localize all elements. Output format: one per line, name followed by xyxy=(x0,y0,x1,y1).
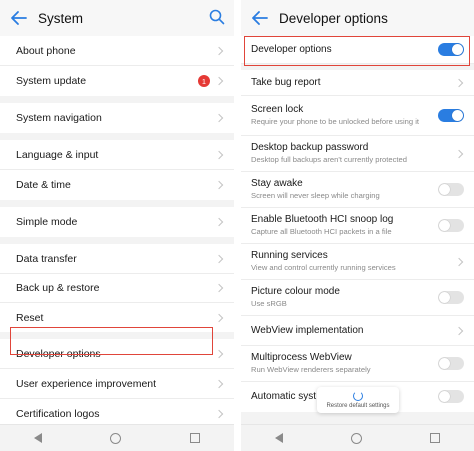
menu-item-system-navigation[interactable]: System navigation xyxy=(0,103,234,133)
setting-description: Run WebView renderers separately xyxy=(251,365,371,375)
system-header: System xyxy=(0,0,234,36)
menu-item-label: System update xyxy=(16,75,87,87)
setting-running-services[interactable]: Running services View and control curren… xyxy=(241,244,474,280)
navigation-bar xyxy=(241,424,474,451)
back-arrow-icon[interactable] xyxy=(8,7,30,29)
setting-label: Take bug report xyxy=(251,76,321,88)
setting-description: Capture all Bluetooth HCI packets in a f… xyxy=(251,227,392,237)
menu-item-label: Language & input xyxy=(16,148,99,161)
system-settings-screen: System About phone System update 1 Syste… xyxy=(0,0,234,451)
nav-home-icon[interactable] xyxy=(351,432,362,444)
setting-screen-lock[interactable]: Screen lock Require your phone to be unl… xyxy=(241,96,474,136)
update-count-badge: 1 xyxy=(198,75,210,87)
chevron-right-icon xyxy=(214,254,224,263)
chevron-right-icon xyxy=(454,257,464,266)
setting-description: View and control currently running servi… xyxy=(251,263,396,273)
screen-lock-toggle[interactable] xyxy=(438,108,464,122)
menu-item-label: Data transfer xyxy=(16,252,77,265)
nav-recent-apps-icon[interactable] xyxy=(430,433,440,443)
menu-item-label: System navigation xyxy=(16,112,102,124)
menu-item-reset[interactable]: Reset xyxy=(0,303,234,332)
menu-item-simple-mode[interactable]: Simple mode xyxy=(0,207,234,237)
setting-label: Enable Bluetooth HCI snoop log xyxy=(251,214,394,226)
menu-item-label: About phone xyxy=(16,44,76,57)
setting-desktop-backup-password[interactable]: Desktop backup password Desktop full bac… xyxy=(241,136,474,172)
setting-label: Multiprocess WebView xyxy=(251,352,352,364)
developer-options-toggle[interactable] xyxy=(438,42,464,56)
setting-label: Running services xyxy=(251,250,328,262)
chevron-right-icon xyxy=(214,113,224,123)
setting-picture-colour-mode[interactable]: Picture colour mode Use sRGB xyxy=(241,280,474,316)
menu-item-label: Developer options xyxy=(16,347,101,360)
menu-item-label: Certification logos xyxy=(16,408,100,420)
setting-label: Screen lock xyxy=(251,104,304,116)
setting-stay-awake[interactable]: Stay awake Screen will never sleep while… xyxy=(241,172,474,208)
menu-item-user-experience[interactable]: User experience improvement xyxy=(0,369,234,399)
back-arrow-icon[interactable] xyxy=(249,7,271,29)
bluetooth-hci-toggle[interactable] xyxy=(438,218,464,232)
nav-back-icon[interactable] xyxy=(275,433,283,443)
setting-bluetooth-hci-snoop-log[interactable]: Enable Bluetooth HCI snoop log Capture a… xyxy=(241,208,474,244)
chevron-right-icon xyxy=(454,149,464,158)
loading-spinner-icon xyxy=(353,391,363,401)
menu-item-label: Reset xyxy=(16,311,44,324)
chevron-right-icon xyxy=(214,46,224,55)
menu-item-about-phone[interactable]: About phone xyxy=(0,36,234,66)
chevron-right-icon xyxy=(214,313,224,322)
restore-defaults-toast[interactable]: Restore default settings xyxy=(317,387,399,413)
setting-developer-options[interactable]: Developer options xyxy=(241,36,474,64)
menu-item-label: Date & time xyxy=(16,179,71,191)
nav-back-icon[interactable] xyxy=(34,433,43,443)
menu-item-date-time[interactable]: Date & time xyxy=(0,170,234,200)
menu-item-label: Simple mode xyxy=(16,216,78,228)
stay-awake-toggle[interactable] xyxy=(438,182,464,196)
automatic-updates-toggle[interactable] xyxy=(438,390,464,403)
setting-description: Require your phone to be unlocked before… xyxy=(251,117,420,127)
menu-item-data-transfer[interactable]: Data transfer xyxy=(0,244,234,274)
menu-item-language-input[interactable]: Language & input xyxy=(0,140,234,170)
nav-recent-apps-icon[interactable] xyxy=(189,433,200,443)
setting-label: Developer options xyxy=(251,43,332,55)
setting-label: Stay awake xyxy=(251,178,303,190)
setting-take-bug-report[interactable]: Take bug report xyxy=(241,70,474,96)
menu-item-back-up-restore[interactable]: Back up & restore xyxy=(0,274,234,303)
menu-item-label: Back up & restore xyxy=(16,282,100,294)
chevron-right-icon xyxy=(214,349,224,358)
page-title: Developer options xyxy=(279,10,388,26)
chevron-right-icon xyxy=(214,379,224,388)
chevron-right-icon xyxy=(214,409,224,419)
page-title: System xyxy=(38,10,84,26)
search-icon[interactable] xyxy=(208,8,226,26)
developer-options-screen: Developer options Developer options Take… xyxy=(241,0,474,451)
multiprocess-webview-toggle[interactable] xyxy=(438,356,464,370)
setting-multiprocess-webview[interactable]: Multiprocess WebView Run WebView rendere… xyxy=(241,346,474,382)
setting-description: Use sRGB xyxy=(251,299,287,309)
chevron-right-icon xyxy=(214,217,224,227)
chevron-right-icon xyxy=(454,326,464,335)
picture-colour-mode-toggle[interactable] xyxy=(438,290,464,304)
setting-label: WebView implementation xyxy=(251,324,364,336)
chevron-right-icon xyxy=(454,78,464,87)
setting-label: Desktop backup password xyxy=(251,142,369,154)
setting-description: Screen will never sleep while charging xyxy=(251,191,380,201)
menu-item-system-update[interactable]: System update 1 xyxy=(0,66,234,96)
chevron-right-icon xyxy=(214,150,224,159)
navigation-bar xyxy=(0,424,234,451)
chevron-right-icon xyxy=(214,180,224,190)
menu-item-developer-options[interactable]: Developer options xyxy=(0,339,234,369)
setting-description: Desktop full backups aren't currently pr… xyxy=(251,155,407,165)
nav-home-icon[interactable] xyxy=(110,432,122,444)
menu-item-label: User experience improvement xyxy=(16,377,157,390)
setting-label: Picture colour mode xyxy=(251,286,340,298)
developer-options-header: Developer options xyxy=(241,0,474,36)
setting-webview-implementation[interactable]: WebView implementation xyxy=(241,316,474,346)
chevron-right-icon xyxy=(214,76,224,86)
toast-label: Restore default settings xyxy=(326,403,390,409)
chevron-right-icon xyxy=(214,283,224,293)
